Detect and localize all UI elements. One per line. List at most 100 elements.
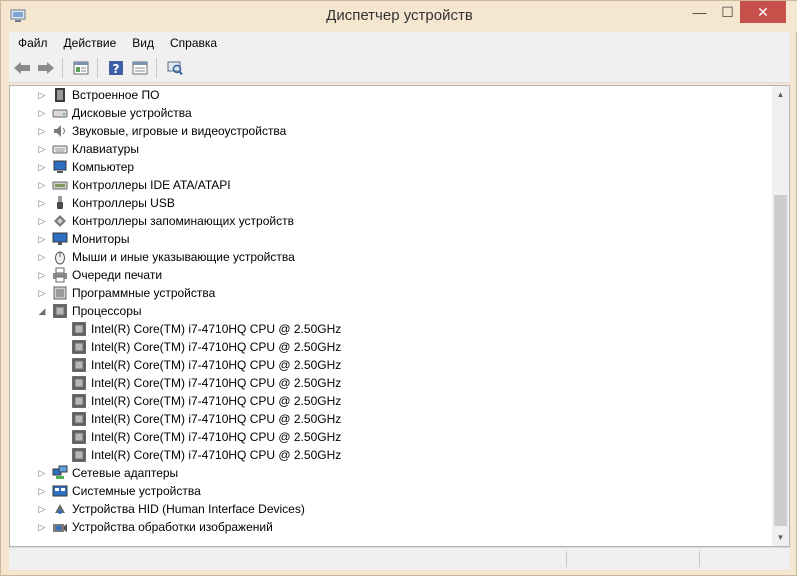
tree-node[interactable]: ◢ Процессоры — [10, 302, 772, 320]
computer-icon — [53, 160, 67, 173]
expand-arrow-icon[interactable]: ▷ — [37, 486, 47, 496]
tree-node[interactable]: ▷ Встроенное ПО — [10, 86, 772, 104]
scan-hardware-button[interactable] — [164, 57, 186, 79]
cpu-item-icon — [72, 394, 86, 408]
tree-node[interactable]: ▷ Дисковые устройства — [10, 104, 772, 122]
expand-arrow-icon[interactable]: ▷ — [37, 468, 47, 478]
vertical-scrollbar[interactable]: ▲ ▼ — [772, 86, 789, 546]
tree-node[interactable]: ▷ Контроллеры USB — [10, 194, 772, 212]
tree-node-label: Устройства обработки изображений — [72, 520, 273, 534]
tree-child-node[interactable]: Intel(R) Core(TM) i7-4710HQ CPU @ 2.50GH… — [10, 338, 772, 356]
expand-arrow-icon[interactable]: ▷ — [37, 288, 47, 298]
close-button[interactable]: ✕ — [740, 1, 786, 23]
tree-node[interactable]: ▷ Системные устройства — [10, 482, 772, 500]
cpu-item-icon — [72, 376, 86, 390]
title-bar[interactable]: Диспетчер устройств — ☐ ✕ — [1, 1, 797, 32]
tree-child-node[interactable]: Intel(R) Core(TM) i7-4710HQ CPU @ 2.50GH… — [10, 356, 772, 374]
scan-hardware-icon — [167, 61, 183, 75]
expand-arrow-icon[interactable]: ▷ — [37, 252, 47, 262]
tree-node-label: Контроллеры USB — [72, 196, 175, 210]
tree-node-label: Мыши и иные указывающие устройства — [72, 250, 295, 264]
back-button[interactable] — [11, 57, 33, 79]
tree-child-node[interactable]: Intel(R) Core(TM) i7-4710HQ CPU @ 2.50GH… — [10, 320, 772, 338]
cpu-item-icon — [72, 448, 86, 462]
tree-child-node[interactable]: Intel(R) Core(TM) i7-4710HQ CPU @ 2.50GH… — [10, 392, 772, 410]
tree-node[interactable]: ▷ Программные устройства — [10, 284, 772, 302]
expand-arrow-icon[interactable]: ▷ — [37, 126, 47, 136]
forward-arrow-icon — [38, 61, 54, 74]
tree-node[interactable]: ▷ Компьютер — [10, 158, 772, 176]
menu-action[interactable]: Действие — [56, 36, 125, 50]
tree-node[interactable]: ▷ Сетевые адаптеры — [10, 464, 772, 482]
expand-arrow-icon[interactable]: ▷ — [37, 198, 47, 208]
tree-node[interactable]: ▷ Устройства HID (Human Interface Devices… — [10, 500, 772, 518]
tree-node-label: Процессоры — [72, 304, 142, 318]
expand-arrow-icon[interactable]: ▷ — [37, 234, 47, 244]
scroll-down-arrow-icon[interactable]: ▼ — [772, 529, 789, 546]
view-button[interactable] — [129, 57, 151, 79]
tree-node[interactable]: ▷ Мыши и иные указывающие устройства — [10, 248, 772, 266]
properties-icon — [73, 61, 89, 74]
menu-view[interactable]: Вид — [124, 36, 162, 50]
view-icon — [132, 61, 148, 74]
network-adapter-icon — [52, 465, 68, 479]
tree-node-label: Встроенное ПО — [72, 88, 160, 102]
back-arrow-icon — [14, 61, 30, 74]
tree-node-label: Контроллеры IDE ATA/ATAPI — [72, 178, 231, 192]
cpu-item-icon — [72, 358, 86, 372]
tree-node[interactable]: ▷ Контроллеры IDE ATA/ATAPI — [10, 176, 772, 194]
cpu-item-icon — [72, 322, 86, 336]
expand-arrow-icon[interactable]: ▷ — [37, 504, 47, 514]
cpu-item-icon — [72, 412, 86, 426]
firmware-icon — [55, 88, 65, 102]
tree-node[interactable]: ▷ Контроллеры запоминающих устройств — [10, 212, 772, 230]
collapse-arrow-icon[interactable]: ◢ — [37, 306, 47, 316]
tree-node-label: Мониторы — [72, 232, 130, 246]
scrollbar-thumb[interactable] — [774, 195, 787, 526]
tree-node[interactable]: ▷ Звуковые, игровые и видеоустройства — [10, 122, 772, 140]
expand-arrow-icon[interactable]: ▷ — [37, 216, 47, 226]
expand-arrow-icon[interactable]: ▷ — [37, 144, 47, 154]
menu-help[interactable]: Справка — [162, 36, 225, 50]
tree-child-node[interactable]: Intel(R) Core(TM) i7-4710HQ CPU @ 2.50GH… — [10, 428, 772, 446]
minimize-button[interactable]: — — [684, 1, 715, 23]
expand-arrow-icon[interactable]: ▷ — [37, 180, 47, 190]
device-manager-window: Диспетчер устройств — ☐ ✕ Файл Действие … — [0, 0, 797, 576]
properties-button[interactable] — [70, 57, 92, 79]
processor-icon — [53, 304, 67, 318]
tree-child-label: Intel(R) Core(TM) i7-4710HQ CPU @ 2.50GH… — [91, 412, 342, 426]
tree-node[interactable]: ▷ Очереди печати — [10, 266, 772, 284]
tree-child-label: Intel(R) Core(TM) i7-4710HQ CPU @ 2.50GH… — [91, 448, 342, 462]
tree-node[interactable]: ▷ Мониторы — [10, 230, 772, 248]
expand-arrow-icon[interactable]: ▷ — [37, 522, 47, 532]
expand-arrow-icon[interactable]: ▷ — [37, 270, 47, 280]
monitor-icon — [52, 232, 68, 245]
software-device-icon — [53, 286, 67, 300]
keyboard-icon — [52, 145, 68, 154]
tree-child-node[interactable]: Intel(R) Core(TM) i7-4710HQ CPU @ 2.50GH… — [10, 446, 772, 464]
expand-arrow-icon[interactable]: ▷ — [37, 162, 47, 172]
tree-child-node[interactable]: Intel(R) Core(TM) i7-4710HQ CPU @ 2.50GH… — [10, 410, 772, 428]
tree-child-label: Intel(R) Core(TM) i7-4710HQ CPU @ 2.50GH… — [91, 358, 342, 372]
scroll-up-arrow-icon[interactable]: ▲ — [772, 86, 789, 103]
menu-file[interactable]: Файл — [9, 36, 56, 50]
expand-arrow-icon[interactable]: ▷ — [37, 108, 47, 118]
tree-child-node[interactable]: Intel(R) Core(TM) i7-4710HQ CPU @ 2.50GH… — [10, 374, 772, 392]
tree-child-label: Intel(R) Core(TM) i7-4710HQ CPU @ 2.50GH… — [91, 340, 342, 354]
forward-button[interactable] — [35, 57, 57, 79]
tree-node[interactable]: ▷ Устройства обработки изображений — [10, 518, 772, 536]
cpu-item-icon — [72, 340, 86, 354]
printer-icon — [53, 267, 67, 283]
maximize-button[interactable]: ☐ — [712, 1, 743, 23]
window-title: Диспетчер устройств — [326, 7, 473, 24]
status-bar — [9, 547, 790, 570]
status-pane — [699, 551, 700, 567]
help-button[interactable]: ? — [105, 57, 127, 79]
tree-node-label: Устройства HID (Human Interface Devices) — [72, 502, 305, 516]
svg-text:?: ? — [113, 62, 120, 76]
storage-controller-icon — [54, 215, 66, 227]
tree-node[interactable]: ▷ Клавиатуры — [10, 140, 772, 158]
speaker-icon — [54, 125, 65, 137]
menu-bar: Файл Действие Вид Справка — [9, 32, 790, 53]
expand-arrow-icon[interactable]: ▷ — [37, 90, 47, 100]
